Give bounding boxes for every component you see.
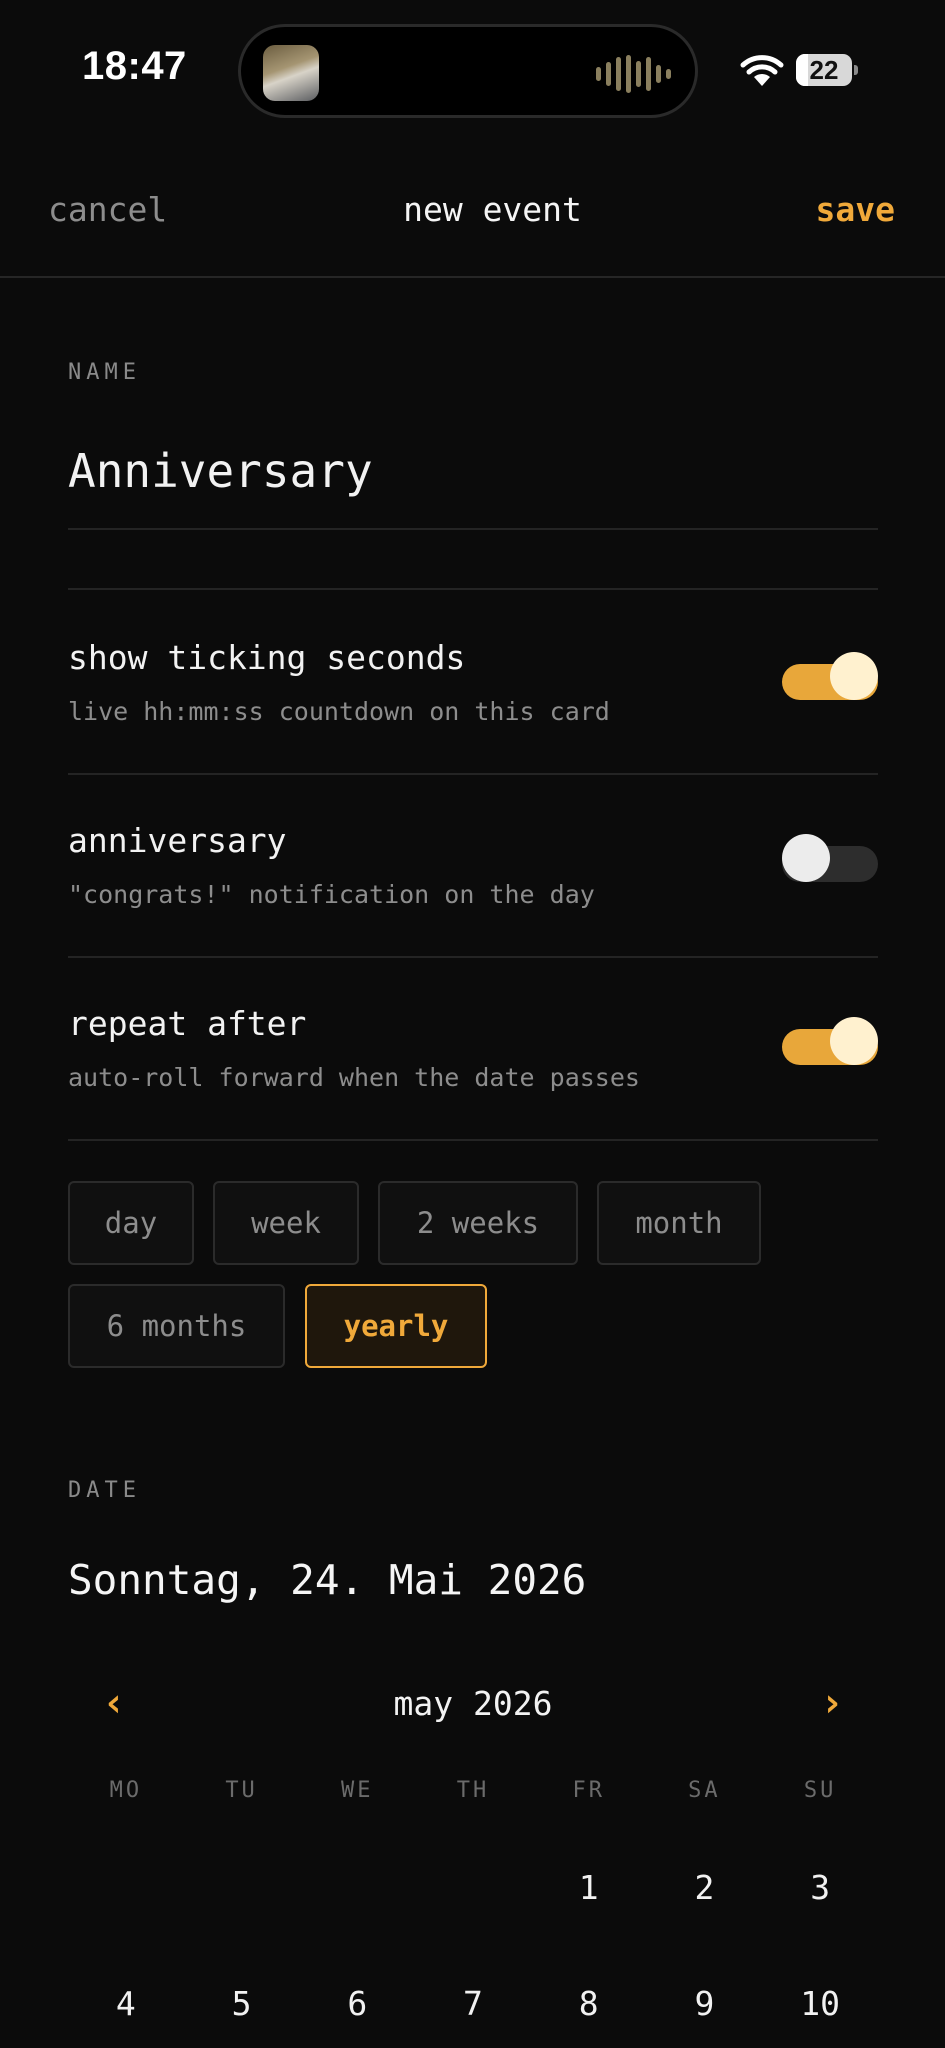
calendar-week: 4 5 6 7 8 9 10 [68,1984,878,2034]
calendar-day[interactable]: 5 [184,1984,300,2034]
divider [68,956,878,958]
calendar-day[interactable]: 7 [415,1984,531,2034]
anniversary-title: anniversary [68,821,287,860]
ticking-seconds-subtitle: live hh:mm:ss countdown on this card [68,697,610,726]
calendar-day[interactable]: 3 [762,1868,878,1918]
name-underline [68,528,878,530]
audio-waveform-icon [596,55,671,93]
calendar-week: 1 2 3 [68,1868,878,1918]
weekday-label: TU [225,1778,258,1803]
calendar-month-title: may 2026 [393,1684,553,1723]
page-title: new event [403,190,582,229]
date-label: DATE [68,1478,141,1503]
calendar-day-empty [415,1868,531,1918]
status-bar: 18:47 22 [0,0,945,140]
next-month-button[interactable]: › [820,1680,844,1726]
wifi-icon [740,55,784,86]
repeat-option-week[interactable]: week [213,1181,359,1265]
divider [68,1139,878,1141]
name-label: NAME [68,360,141,385]
repeat-after-toggle[interactable] [782,1017,878,1065]
save-button[interactable]: save [816,190,895,229]
calendar-day[interactable]: 1 [531,1868,647,1918]
weekday-label: MO [109,1778,143,1803]
repeat-after-title: repeat after [68,1004,307,1043]
divider [68,588,878,590]
anniversary-subtitle: "congrats!" notification on the day [68,880,595,909]
nav-divider [0,276,945,278]
calendar-day-empty [68,1868,184,1918]
anniversary-toggle[interactable] [782,834,878,882]
calendar-day-empty [184,1868,300,1918]
calendar-day[interactable]: 2 [647,1868,763,1918]
nav-bar: cancel new event save [0,170,945,250]
calendar-day[interactable]: 6 [299,1984,415,2034]
repeat-option-yearly[interactable]: yearly [305,1284,487,1368]
battery-fill [796,54,809,86]
repeat-after-subtitle: auto-roll forward when the date passes [68,1063,640,1092]
toggle-knob [830,1017,878,1065]
calendar-day[interactable]: 10 [762,1984,878,2034]
weekday-label: SA [688,1778,721,1803]
weekday-label: WE [341,1778,374,1803]
repeat-option-day[interactable]: day [68,1181,194,1265]
battery-percent: 22 [809,54,839,85]
now-playing-artwork[interactable] [263,45,319,101]
weekday-label: TH [456,1778,490,1803]
repeat-option-2-weeks[interactable]: 2 weeks [378,1181,578,1265]
repeat-option-6-months[interactable]: 6 months [68,1284,285,1368]
ticking-seconds-title: show ticking seconds [68,638,466,677]
ticking-seconds-toggle[interactable] [782,652,878,700]
calendar-header: ‹ may 2026 › [68,1680,878,1730]
status-time: 18:47 [82,44,187,88]
weekday-label: SU [803,1778,837,1803]
repeat-option-month[interactable]: month [597,1181,761,1265]
calendar-day[interactable]: 9 [647,1984,763,2034]
name-input[interactable]: Anniversary [68,444,373,498]
weekday-header: MO TU WE TH FR SA SU [68,1778,878,1803]
dynamic-island[interactable] [238,24,698,118]
weekday-label: FR [572,1778,605,1803]
toggle-knob [830,652,878,700]
divider [68,773,878,775]
calendar-day[interactable]: 8 [531,1984,647,2034]
calendar-day-empty [299,1868,415,1918]
toggle-knob [782,834,830,882]
selected-date: Sonntag, 24. Mai 2026 [68,1556,587,1604]
battery-icon: 22 [796,54,858,86]
calendar-day[interactable]: 4 [68,1984,184,2034]
